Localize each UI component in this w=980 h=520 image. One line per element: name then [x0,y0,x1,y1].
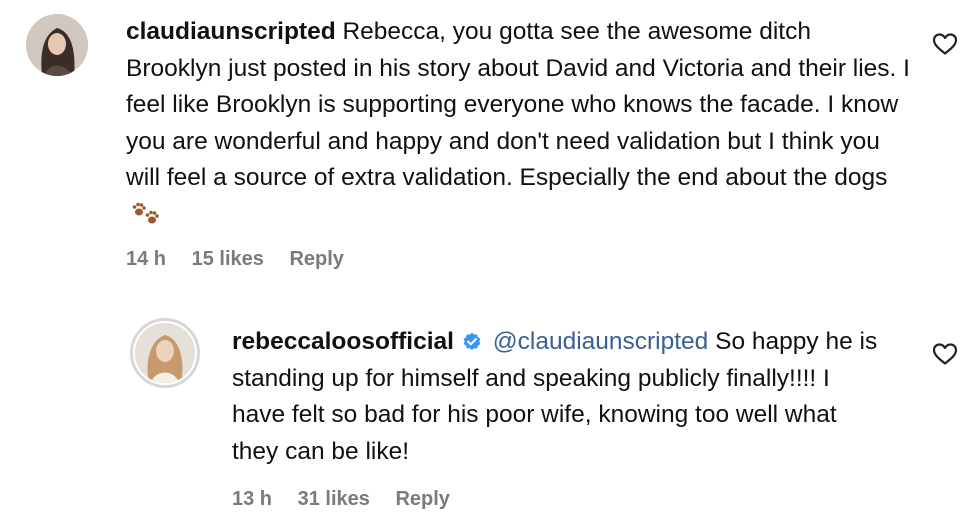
comment-likes[interactable]: 31 likes [298,488,370,510]
comment-username[interactable]: rebeccaloosofficial [232,328,454,355]
comment-timestamp: 13 h [232,488,273,510]
comment-body: claudiaunscripted Rebecca, you gotta see… [126,14,911,237]
comment-username[interactable]: claudiaunscripted [126,18,336,45]
mention-link[interactable]: @claudiaunscripted [493,328,709,355]
comment-meta: 14 h 15 likes Reply [126,248,364,271]
avatar-photo [26,14,88,76]
heart-icon[interactable] [932,342,958,366]
verified-badge-icon [463,332,481,350]
reply-button[interactable]: Reply [395,488,449,510]
comment-claudiaunscripted: claudiaunscripted Rebecca, you gotta see… [0,0,980,290]
reply-button[interactable]: Reply [289,248,343,270]
avatar[interactable] [26,14,88,76]
avatar[interactable] [135,323,195,383]
comment-likes[interactable]: 15 likes [192,248,264,270]
paw-prints-emoji [130,200,164,238]
avatar-photo [135,323,195,383]
comment-body: rebeccaloosofficial @claudiaunscripted S… [232,324,887,470]
heart-icon[interactable] [932,32,958,56]
comment-timestamp: 14 h [126,248,167,270]
comment-rebeccaloosofficial: rebeccaloosofficial @claudiaunscripted S… [0,300,980,520]
comment-meta: 13 h 31 likes Reply [232,488,470,511]
